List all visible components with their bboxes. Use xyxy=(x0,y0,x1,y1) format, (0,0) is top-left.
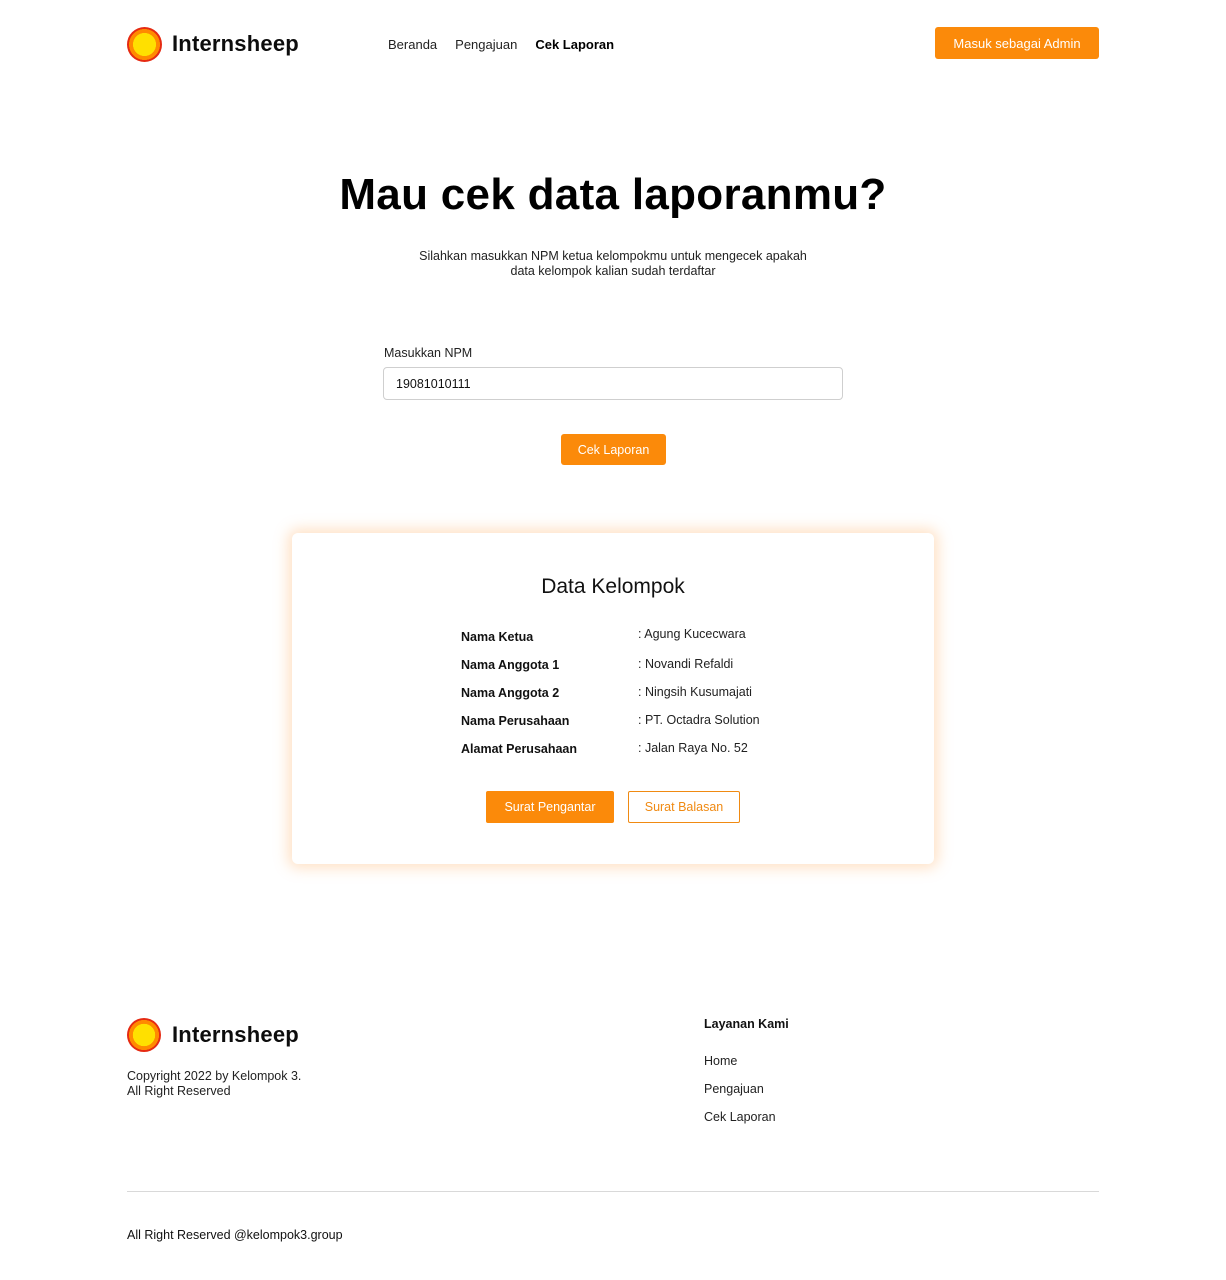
nav-item-beranda[interactable]: Beranda xyxy=(388,37,437,52)
footer-link-cek-laporan[interactable]: Cek Laporan xyxy=(704,1110,776,1124)
nav-item-pengajuan[interactable]: Pengajuan xyxy=(455,37,517,52)
data-row-nama-anggota-1: Nama Anggota 1 Novandi Refaldi xyxy=(461,657,861,676)
data-row-nama-anggota-2: Nama Anggota 2 Ningsih Kusumajati xyxy=(461,685,861,704)
row-value: Agung Kucecwara xyxy=(638,627,745,641)
cek-laporan-button[interactable]: Cek Laporan xyxy=(561,434,666,465)
data-row-nama-perusahaan: Nama Perusahaan PT. Octadra Solution xyxy=(461,713,861,732)
row-value: Novandi Refaldi xyxy=(638,657,733,671)
footer-brand-name: Internsheep xyxy=(172,1021,299,1047)
row-label: Nama Perusahaan xyxy=(461,714,570,728)
footer-link-home[interactable]: Home xyxy=(704,1054,737,1068)
copyright-line-1: Copyright 2022 by Kelompok 3. xyxy=(127,1069,302,1083)
footer-brand[interactable]: Internsheep xyxy=(127,1017,299,1052)
admin-login-button[interactable]: Masuk sebagai Admin xyxy=(935,27,1099,59)
sun-logo-icon xyxy=(127,1017,161,1052)
row-value: Ningsih Kusumajati xyxy=(638,685,752,699)
row-label: Nama Ketua xyxy=(461,630,534,644)
page: Internsheep Beranda Pengajuan Cek Lapora… xyxy=(0,0,1226,1280)
services-heading: Layanan Kami xyxy=(704,1017,789,1031)
sun-logo-icon xyxy=(127,26,162,62)
brand-name: Internsheep xyxy=(172,31,299,56)
data-kelompok-card: Data Kelompok Nama Ketua Agung Kucecwara… xyxy=(292,533,934,864)
footer-link-pengajuan[interactable]: Pengajuan xyxy=(704,1082,764,1096)
row-label: Nama Anggota 1 xyxy=(461,658,560,672)
footer-divider xyxy=(127,1191,1099,1192)
surat-pengantar-button[interactable]: Surat Pengantar xyxy=(486,791,614,823)
subtitle-line-1: Silahkan masukkan NPM ketua kelompokmu u… xyxy=(419,249,807,263)
row-label: Nama Anggota 2 xyxy=(461,686,560,700)
row-value: PT. Octadra Solution xyxy=(638,713,760,727)
card-title: Data Kelompok xyxy=(541,575,685,598)
site-header: Internsheep Beranda Pengajuan Cek Lapora… xyxy=(127,26,1099,62)
copyright-line-2: All Right Reserved xyxy=(127,1083,231,1098)
brand-logo-link[interactable]: Internsheep xyxy=(127,26,299,62)
page-title: Mau cek data laporanmu? xyxy=(339,170,887,219)
page-subtitle: Silahkan masukkan NPM ketua kelompokmu u… xyxy=(393,249,833,279)
npm-label: Masukkan NPM xyxy=(384,346,473,360)
main-nav: Beranda Pengajuan Cek Laporan xyxy=(388,26,632,62)
surat-balasan-button[interactable]: Surat Balasan xyxy=(628,791,740,823)
row-value: Jalan Raya No. 52 xyxy=(638,741,748,755)
subtitle-line-2: data kelompok kalian sudah terdaftar xyxy=(510,264,716,278)
copyright-text: Copyright 2022 by Kelompok 3. All Right … xyxy=(127,1069,301,1098)
nav-item-cek-laporan[interactable]: Cek Laporan xyxy=(535,37,614,52)
data-row-nama-ketua: Nama Ketua Agung Kucecwara xyxy=(461,627,861,648)
bottom-copyright: All Right Reserved @kelompok3.group xyxy=(127,1228,343,1242)
npm-input[interactable] xyxy=(383,367,843,400)
row-label: Alamat Perusahaan xyxy=(461,742,578,756)
data-row-alamat-perusahaan: Alamat Perusahaan Jalan Raya No. 52 xyxy=(461,741,861,760)
